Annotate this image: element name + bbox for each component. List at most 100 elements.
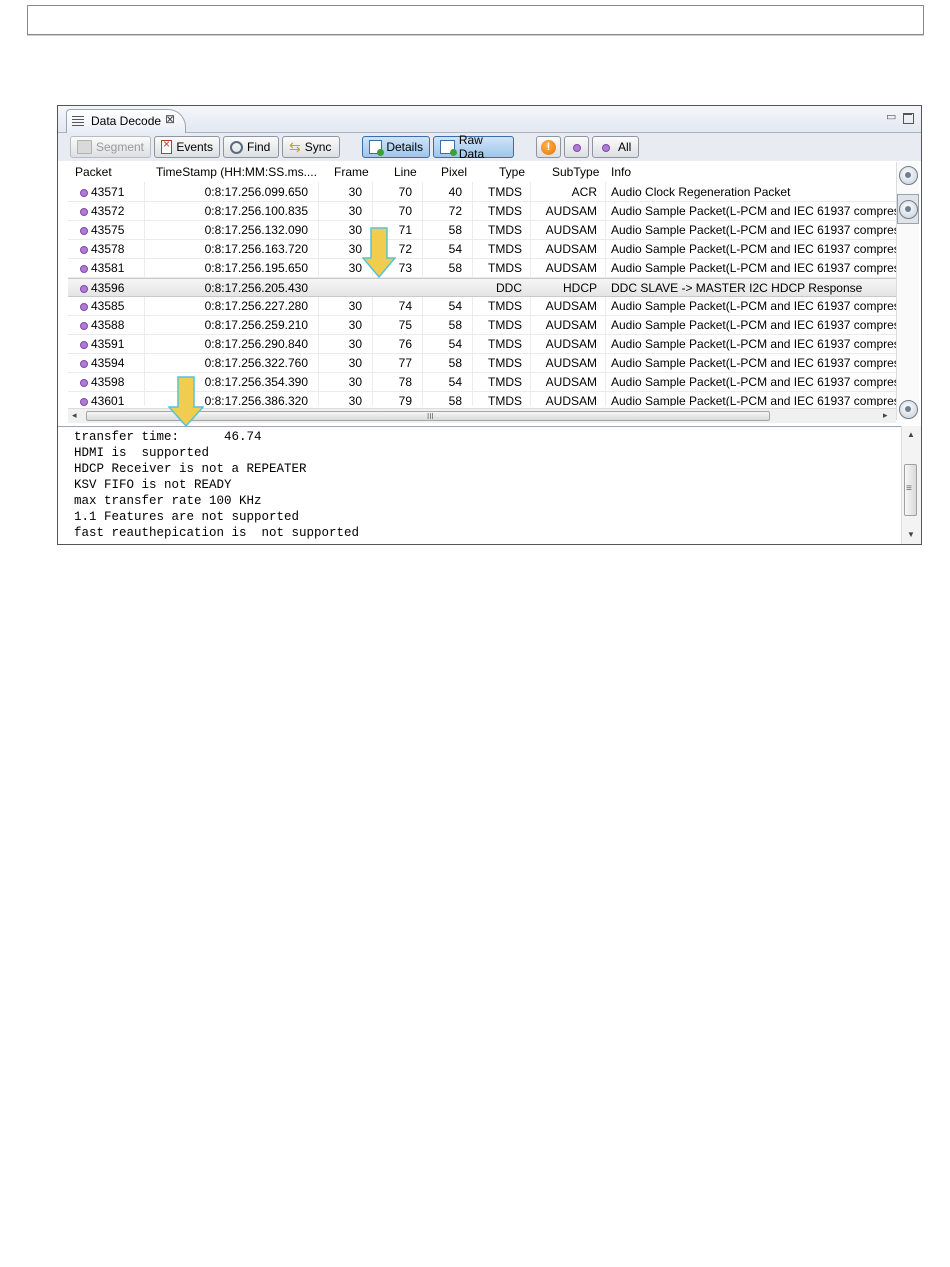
scroll-down-icon[interactable]: ▼: [907, 530, 915, 539]
sync-label: Sync: [304, 140, 332, 154]
cell-subtype: AUDSAM: [545, 299, 597, 313]
sync-scroll-icon[interactable]: [899, 200, 918, 219]
cell-info: Audio Sample Packet(L-PCM and IEC 61937 …: [611, 242, 896, 256]
toolbar: Segment Events Find ⇆ Sync Details Raw D…: [58, 133, 921, 161]
packet-filter-button[interactable]: [564, 136, 589, 158]
col-header-subtype[interactable]: SubType: [552, 165, 599, 179]
packet-dot-icon: [80, 227, 88, 235]
cell-info: Audio Sample Packet(L-PCM and IEC 61937 …: [611, 261, 896, 275]
find-button[interactable]: Find: [223, 136, 279, 158]
cell-ts: 0:8:17.256.099.650: [204, 185, 308, 199]
details-line: fast reauthepication is not supported: [74, 526, 360, 540]
col-header-pixel[interactable]: Pixel: [441, 165, 467, 179]
col-header-info[interactable]: Info: [611, 165, 631, 179]
details-icon: [369, 140, 385, 156]
maximize-icon[interactable]: [903, 113, 914, 124]
table-row[interactable]: 43588 0:8:17.256.259.210 30 75 58 TMDS AUDSAM A…: [68, 316, 896, 335]
cell-info: Audio Sample Packet(L-PCM and IEC 61937 …: [611, 299, 896, 313]
cell-type: TMDS: [488, 204, 522, 218]
all-filter-button[interactable]: All: [592, 136, 639, 158]
cell-info: Audio Sample Packet(L-PCM and IEC 61937 …: [611, 356, 896, 370]
cell-line: 70: [398, 204, 412, 218]
cell-ts: 0:8:17.256.259.210: [204, 318, 308, 332]
segment-button[interactable]: Segment: [70, 136, 151, 158]
cell-subtype: AUDSAM: [545, 318, 597, 332]
warning-filter-button[interactable]: !: [536, 136, 561, 158]
cell-subtype: AUDSAM: [545, 375, 597, 389]
tab-title: Data Decode: [91, 114, 162, 128]
raw-data-button[interactable]: Raw Data: [433, 133, 514, 161]
cell-type: TMDS: [488, 375, 522, 389]
list-icon: [72, 116, 84, 127]
purple-dot-icon: [573, 144, 581, 152]
cell-subtype: AUDSAM: [545, 204, 597, 218]
table-row[interactable]: 43578 0:8:17.256.163.720 30 72 54 TMDS AUDSAM A…: [68, 240, 896, 259]
cell-packet: 43598: [91, 375, 125, 389]
events-button[interactable]: Events: [154, 136, 220, 158]
scroll-left-icon[interactable]: ◂: [72, 410, 77, 421]
cell-pixel: 58: [448, 356, 462, 370]
cell-pixel: 72: [448, 204, 462, 218]
packet-dot-icon: [80, 265, 88, 273]
table-row[interactable]: 43596 0:8:17.256.205.430 DDC HDCP DDC SLAVE …: [68, 278, 896, 297]
cell-packet: 43571: [91, 185, 125, 199]
table-row[interactable]: 43591 0:8:17.256.290.840 30 76 54 TMDS AUDSAM A…: [68, 335, 896, 354]
cell-pixel: 40: [448, 185, 462, 199]
packet-dot-icon: [80, 208, 88, 216]
table-row[interactable]: 43594 0:8:17.256.322.760 30 77 58 TMDS AUDSAM A…: [68, 354, 896, 373]
details-vertical-scrollbar[interactable]: ▲ ≡ ▼: [901, 426, 921, 544]
table-row[interactable]: 43575 0:8:17.256.132.090 30 71 58 TMDS AUDSAM A…: [68, 221, 896, 240]
scroll-up-icon[interactable]: ▲: [907, 430, 915, 439]
folder-icon: [77, 140, 92, 154]
events-icon: [161, 137, 173, 154]
cell-frame: 30: [348, 242, 362, 256]
col-header-frame[interactable]: Frame: [334, 165, 369, 179]
table-header: Packet TimeStamp (HH:MM:SS.ms.... Frame …: [68, 162, 896, 182]
cell-line: 79: [398, 394, 412, 406]
cell-ts: 0:8:17.256.386.320: [204, 394, 308, 406]
details-scroll-thumb[interactable]: ≡: [904, 464, 917, 516]
cell-type: TMDS: [488, 394, 522, 406]
packet-dot-icon: [80, 303, 88, 311]
minimize-icon[interactable]: ▭: [886, 110, 896, 123]
details-label: Details: [386, 140, 423, 154]
view-tab-bar: Data Decode ⊠ ▭: [58, 106, 921, 133]
cell-pixel: 58: [448, 394, 462, 406]
details-button[interactable]: Details: [362, 136, 430, 158]
data-decode-view: Data Decode ⊠ ▭ Segment Events Find ⇆ Sy…: [57, 105, 922, 545]
top-empty-field: [27, 5, 924, 35]
cell-frame: 30: [348, 318, 362, 332]
scroll-top-icon[interactable]: [899, 166, 918, 185]
sync-button[interactable]: ⇆ Sync: [282, 136, 340, 158]
table-row[interactable]: 43572 0:8:17.256.100.835 30 70 72 TMDS AUDSAM A…: [68, 202, 896, 221]
scroll-right-icon[interactable]: ▸: [883, 410, 888, 421]
table-vertical-scrollbar[interactable]: [896, 162, 919, 420]
cell-pixel: 58: [448, 318, 462, 332]
cell-ts: 0:8:17.256.100.835: [204, 204, 308, 218]
scroll-bottom-icon[interactable]: [899, 400, 918, 419]
cell-pixel: 58: [448, 261, 462, 275]
packet-dot-icon: [80, 322, 88, 330]
col-header-timestamp[interactable]: TimeStamp (HH:MM:SS.ms....: [156, 165, 317, 179]
events-label: Events: [176, 140, 213, 154]
packet-dot-icon: [80, 360, 88, 368]
cell-type: TMDS: [488, 242, 522, 256]
packet-dot-icon: [80, 398, 88, 406]
cell-ts: 0:8:17.256.322.760: [204, 356, 308, 370]
packet-dot-icon: [80, 246, 88, 254]
col-header-packet[interactable]: Packet: [75, 165, 112, 179]
col-header-type[interactable]: Type: [499, 165, 525, 179]
close-icon[interactable]: ⊠: [165, 112, 175, 126]
cell-subtype: AUDSAM: [545, 242, 597, 256]
col-header-line[interactable]: Line: [394, 165, 417, 179]
table-row[interactable]: 43585 0:8:17.256.227.280 30 74 54 TMDS AUDSAM A…: [68, 297, 896, 316]
details-text-area[interactable]: transfer time: 46.74 HDMI is supported HDC…: [58, 426, 901, 544]
cell-type: TMDS: [488, 299, 522, 313]
cell-frame: 30: [348, 356, 362, 370]
table-row[interactable]: 43581 0:8:17.256.195.650 30 73 58 TMDS AUDSAM A…: [68, 259, 896, 278]
down-arrow-icon: [362, 227, 396, 279]
details-line: KSV FIFO is not READY: [74, 478, 232, 492]
table-row[interactable]: 43571 0:8:17.256.099.650 30 70 40 TMDS ACR Audi…: [68, 183, 896, 202]
tab-data-decode[interactable]: Data Decode ⊠: [66, 109, 186, 133]
cell-type: TMDS: [488, 356, 522, 370]
